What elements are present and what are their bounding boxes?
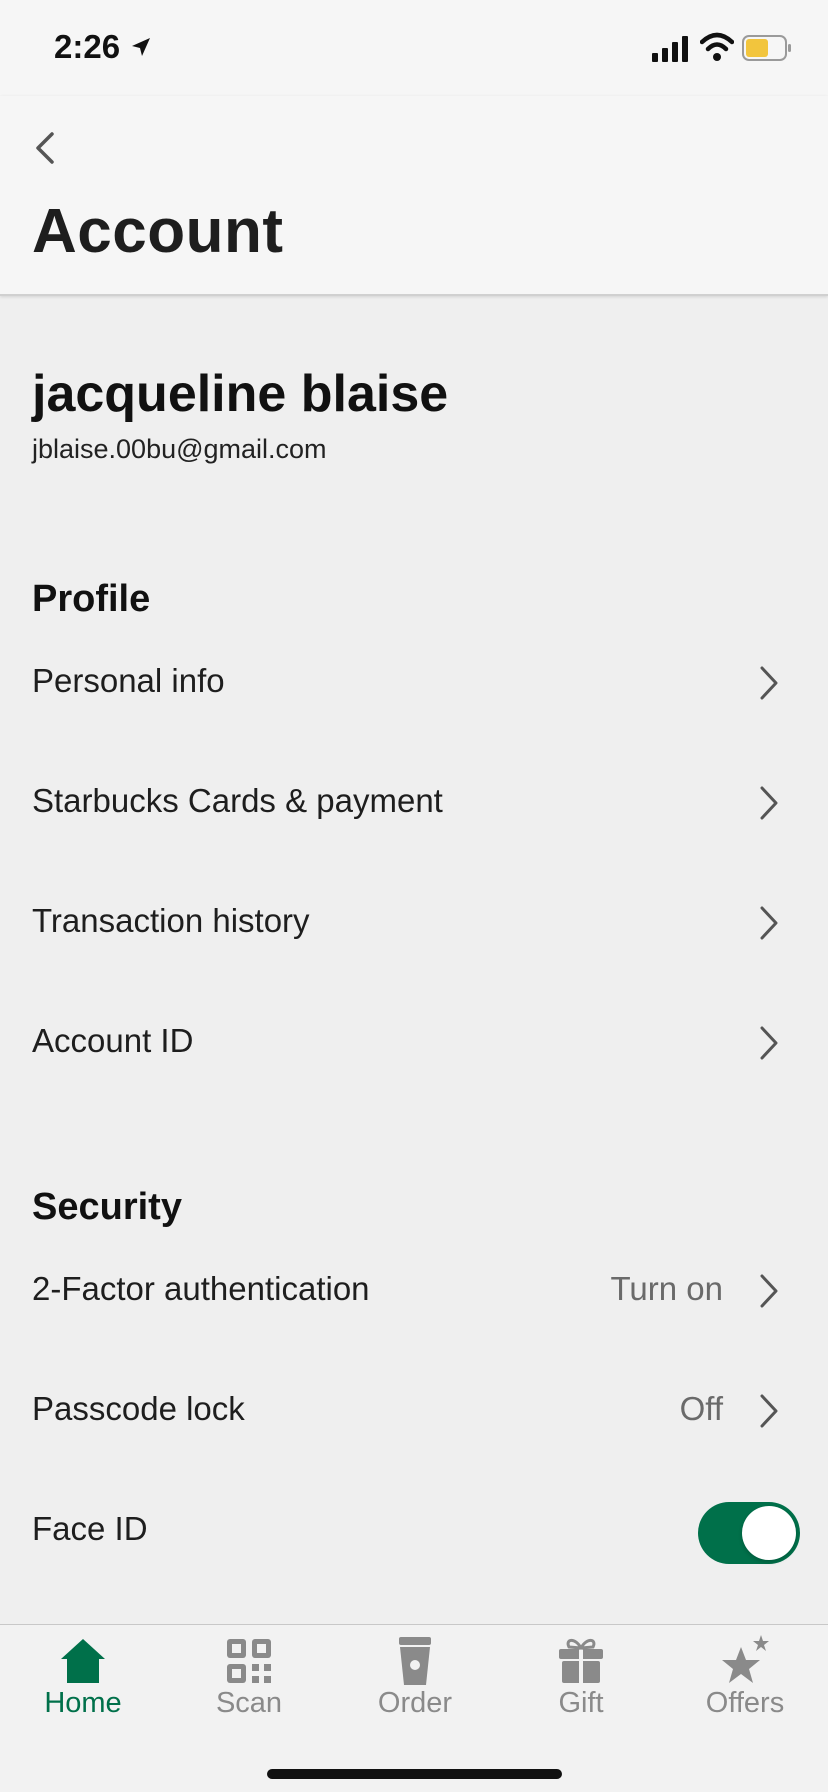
tab-label: Home bbox=[44, 1687, 122, 1719]
bottom-tab-bar: Home Scan Order Gift Offers bbox=[0, 1624, 828, 1792]
tab-order[interactable]: Order bbox=[332, 1625, 498, 1735]
stars-icon bbox=[722, 1635, 769, 1683]
row-label: Account ID bbox=[32, 1022, 194, 1059]
passcode-lock-row[interactable]: Passcode lock Off bbox=[0, 1362, 828, 1462]
status-time: 2:26 bbox=[54, 28, 121, 65]
tab-label: Scan bbox=[215, 1687, 283, 1719]
toggle-knob bbox=[742, 1506, 796, 1560]
gift-icon bbox=[559, 1638, 603, 1683]
row-label: Starbucks Cards & payment bbox=[32, 782, 443, 819]
account-screen: 2:26 Account jacqueline blaise jblaise.0… bbox=[0, 0, 828, 1792]
two-factor-row[interactable]: 2-Factor authentication Turn on bbox=[0, 1242, 828, 1342]
tab-scan[interactable]: Scan bbox=[166, 1625, 332, 1735]
security-heading: Security bbox=[32, 1186, 182, 1228]
two-factor-status: Turn on bbox=[610, 1270, 723, 1307]
row-label: Passcode lock bbox=[32, 1390, 245, 1427]
account-content[interactable]: jacqueline blaise jblaise.00bu@gmail.com… bbox=[0, 298, 828, 1624]
tab-offers[interactable]: Offers bbox=[662, 1625, 828, 1735]
row-label: Transaction history bbox=[32, 902, 310, 939]
row-label: Personal info bbox=[32, 662, 225, 699]
row-label: 2-Factor authentication bbox=[32, 1270, 370, 1307]
home-indicator bbox=[267, 1769, 562, 1779]
user-email: jblaise.00bu@gmail.com bbox=[32, 434, 327, 464]
chevron-right-icon bbox=[760, 1026, 778, 1060]
back-chevron-icon[interactable] bbox=[28, 126, 64, 170]
personal-info-row[interactable]: Personal info bbox=[0, 634, 828, 734]
status-bar: 2:26 bbox=[0, 0, 828, 96]
chevron-right-icon bbox=[760, 1274, 778, 1308]
tab-label: Gift bbox=[558, 1687, 604, 1719]
page-title: Account bbox=[32, 197, 284, 266]
chevron-right-icon bbox=[760, 666, 778, 700]
profile-heading: Profile bbox=[32, 578, 151, 620]
user-name: jacqueline blaise bbox=[32, 365, 449, 423]
location-arrow-icon bbox=[132, 38, 150, 56]
account-id-row[interactable]: Account ID bbox=[0, 994, 828, 1094]
face-id-toggle[interactable] bbox=[698, 1502, 800, 1564]
passcode-status: Off bbox=[679, 1390, 723, 1427]
chevron-right-icon bbox=[760, 906, 778, 940]
transaction-history-row[interactable]: Transaction history bbox=[0, 874, 828, 974]
header: Account bbox=[0, 96, 828, 296]
tab-label: Offers bbox=[705, 1687, 785, 1719]
cup-icon bbox=[399, 1637, 431, 1685]
face-id-row: Face ID bbox=[0, 1482, 828, 1582]
tab-gift[interactable]: Gift bbox=[498, 1625, 664, 1735]
battery-icon bbox=[742, 35, 791, 61]
tab-label: Order bbox=[377, 1687, 453, 1719]
cellular-signal-icon bbox=[652, 36, 688, 62]
row-label: Face ID bbox=[32, 1510, 148, 1547]
cards-payment-row[interactable]: Starbucks Cards & payment bbox=[0, 754, 828, 854]
home-icon bbox=[61, 1639, 105, 1683]
tab-home[interactable]: Home bbox=[0, 1625, 166, 1735]
qr-code-icon bbox=[227, 1639, 271, 1683]
chevron-right-icon bbox=[760, 1394, 778, 1428]
wifi-icon bbox=[700, 32, 734, 61]
chevron-right-icon bbox=[760, 786, 778, 820]
